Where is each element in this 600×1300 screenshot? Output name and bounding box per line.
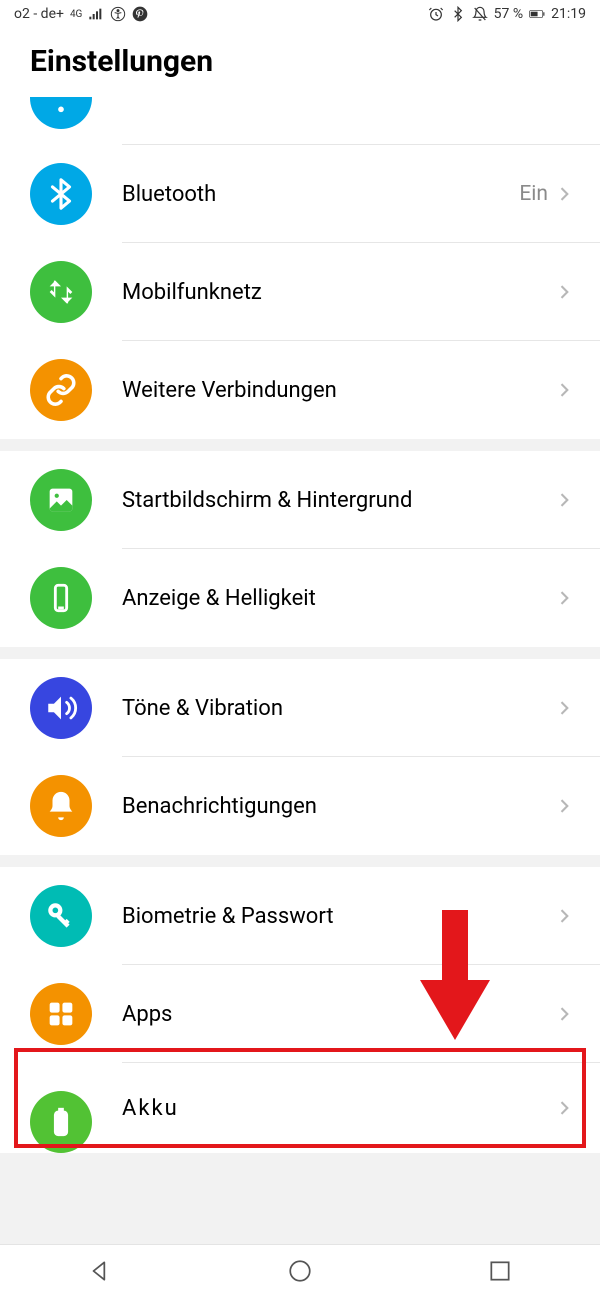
signal-icon (88, 6, 104, 22)
chevron-right-icon (554, 698, 574, 718)
alarm-icon (428, 6, 444, 22)
settings-section-display: Startbildschirm & Hintergrund Anzeige & … (0, 451, 600, 647)
settings-row-biometric-password[interactable]: Biometrie & Passwort (0, 867, 600, 965)
row-label: Apps (122, 1002, 554, 1027)
row-label: Anzeige & Helligkeit (122, 586, 554, 611)
chevron-right-icon (554, 906, 574, 926)
settings-row-mobile-network[interactable]: Mobilfunknetz (0, 243, 600, 341)
nav-home-button[interactable] (287, 1258, 313, 1288)
bluetooth-status-icon (450, 6, 466, 22)
mute-icon (472, 6, 488, 22)
row-label: Akku (122, 1096, 554, 1121)
chevron-right-icon (554, 1004, 574, 1024)
settings-row-battery[interactable]: Akku (0, 1063, 600, 1153)
battery-percent: 57 % (494, 6, 523, 22)
pinterest-icon (132, 6, 148, 22)
settings-row-notifications[interactable]: Benachrichtigungen (0, 757, 600, 855)
settings-row-apps[interactable]: Apps (0, 965, 600, 1063)
nav-recent-button[interactable] (487, 1258, 513, 1288)
battery-row-icon (30, 1091, 92, 1153)
chevron-right-icon (554, 796, 574, 816)
phone-display-icon (30, 567, 92, 629)
image-icon (30, 469, 92, 531)
chevron-right-icon (554, 588, 574, 608)
battery-icon (529, 6, 545, 22)
chevron-right-icon (554, 380, 574, 400)
chevron-right-icon (554, 184, 574, 204)
wifi-icon (30, 97, 92, 129)
row-label: Weitere Verbindungen (122, 378, 554, 403)
settings-row-home-wallpaper[interactable]: Startbildschirm & Hintergrund (0, 451, 600, 549)
row-label: Benachrichtigungen (122, 794, 554, 819)
settings-section-sound: Töne & Vibration Benachrichtigungen (0, 659, 600, 855)
row-value: Ein (519, 182, 548, 206)
row-label: Biometrie & Passwort (122, 904, 554, 929)
settings-section-security: Biometrie & Passwort Apps Akku (0, 867, 600, 1153)
navigation-bar (0, 1244, 600, 1300)
sound-icon (30, 677, 92, 739)
clock-time: 21:19 (551, 6, 586, 22)
bell-icon (30, 775, 92, 837)
bluetooth-icon (30, 163, 92, 225)
accessibility-icon (110, 6, 126, 22)
settings-row-more-connections[interactable]: Weitere Verbindungen (0, 341, 600, 439)
chevron-right-icon (554, 1098, 574, 1118)
settings-section-connectivity: Bluetooth Ein Mobilfunknetz Weitere Verb… (0, 97, 600, 439)
row-label: Mobilfunknetz (122, 280, 554, 305)
row-label: Bluetooth (122, 182, 519, 207)
settings-row-partial[interactable] (0, 97, 600, 145)
settings-row-sound-vibration[interactable]: Töne & Vibration (0, 659, 600, 757)
status-bar: o2 - de+ 4G 57 % 21:19 (0, 0, 600, 28)
row-label: Töne & Vibration (122, 696, 554, 721)
mobile-data-icon (30, 261, 92, 323)
key-icon (30, 885, 92, 947)
settings-row-display-brightness[interactable]: Anzeige & Helligkeit (0, 549, 600, 647)
page-title: Einstellungen (0, 28, 600, 97)
row-label: Startbildschirm & Hintergrund (122, 488, 554, 513)
apps-grid-icon (30, 983, 92, 1045)
carrier-text: o2 - de+ (14, 6, 64, 22)
nav-back-button[interactable] (87, 1258, 113, 1288)
chevron-right-icon (554, 490, 574, 510)
chevron-right-icon (554, 282, 574, 302)
link-icon (30, 359, 92, 421)
settings-row-bluetooth[interactable]: Bluetooth Ein (0, 145, 600, 243)
network-type: 4G (70, 9, 82, 20)
